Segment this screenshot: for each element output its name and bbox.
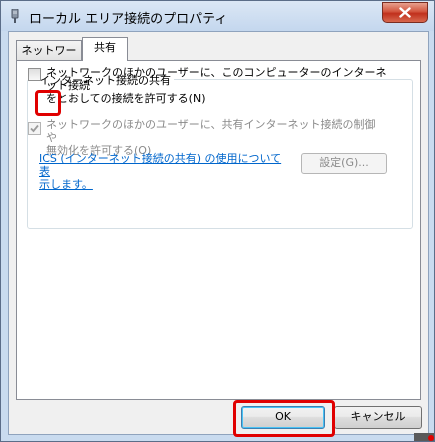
tab-sharing[interactable]: 共有 <box>82 37 128 61</box>
network-adapter-icon <box>11 9 19 23</box>
close-icon <box>399 7 411 18</box>
ics-help-link[interactable]: ICS (インターネット接続の共有) の使用について表 示します。 <box>39 152 289 191</box>
allow-connect-label[interactable]: ネットワークのほかのユーザーに、このコンピューターのインターネット接続 をとおし… <box>46 66 396 105</box>
properties-window: ローカル エリア接続のプロパティ ネットワーク 共有 インターネット接続の共有 … <box>0 0 435 442</box>
title-bar[interactable]: ローカル エリア接続のプロパティ <box>1 1 434 31</box>
settings-button: 設定(G)... <box>301 153 387 174</box>
sharing-tab-panel: インターネット接続の共有 <box>16 60 421 400</box>
allow-control-checkbox <box>28 122 41 135</box>
resize-grip-icon[interactable] <box>406 425 434 441</box>
checkbox-highlight-box <box>35 90 61 116</box>
window-title: ローカル エリア接続のプロパティ <box>29 12 228 27</box>
tab-networking[interactable]: ネットワーク <box>16 40 82 76</box>
ok-highlight-box <box>233 400 335 437</box>
allow-connect-checkbox[interactable] <box>28 68 41 81</box>
close-button[interactable] <box>382 2 428 23</box>
checkmark-icon <box>30 124 39 133</box>
